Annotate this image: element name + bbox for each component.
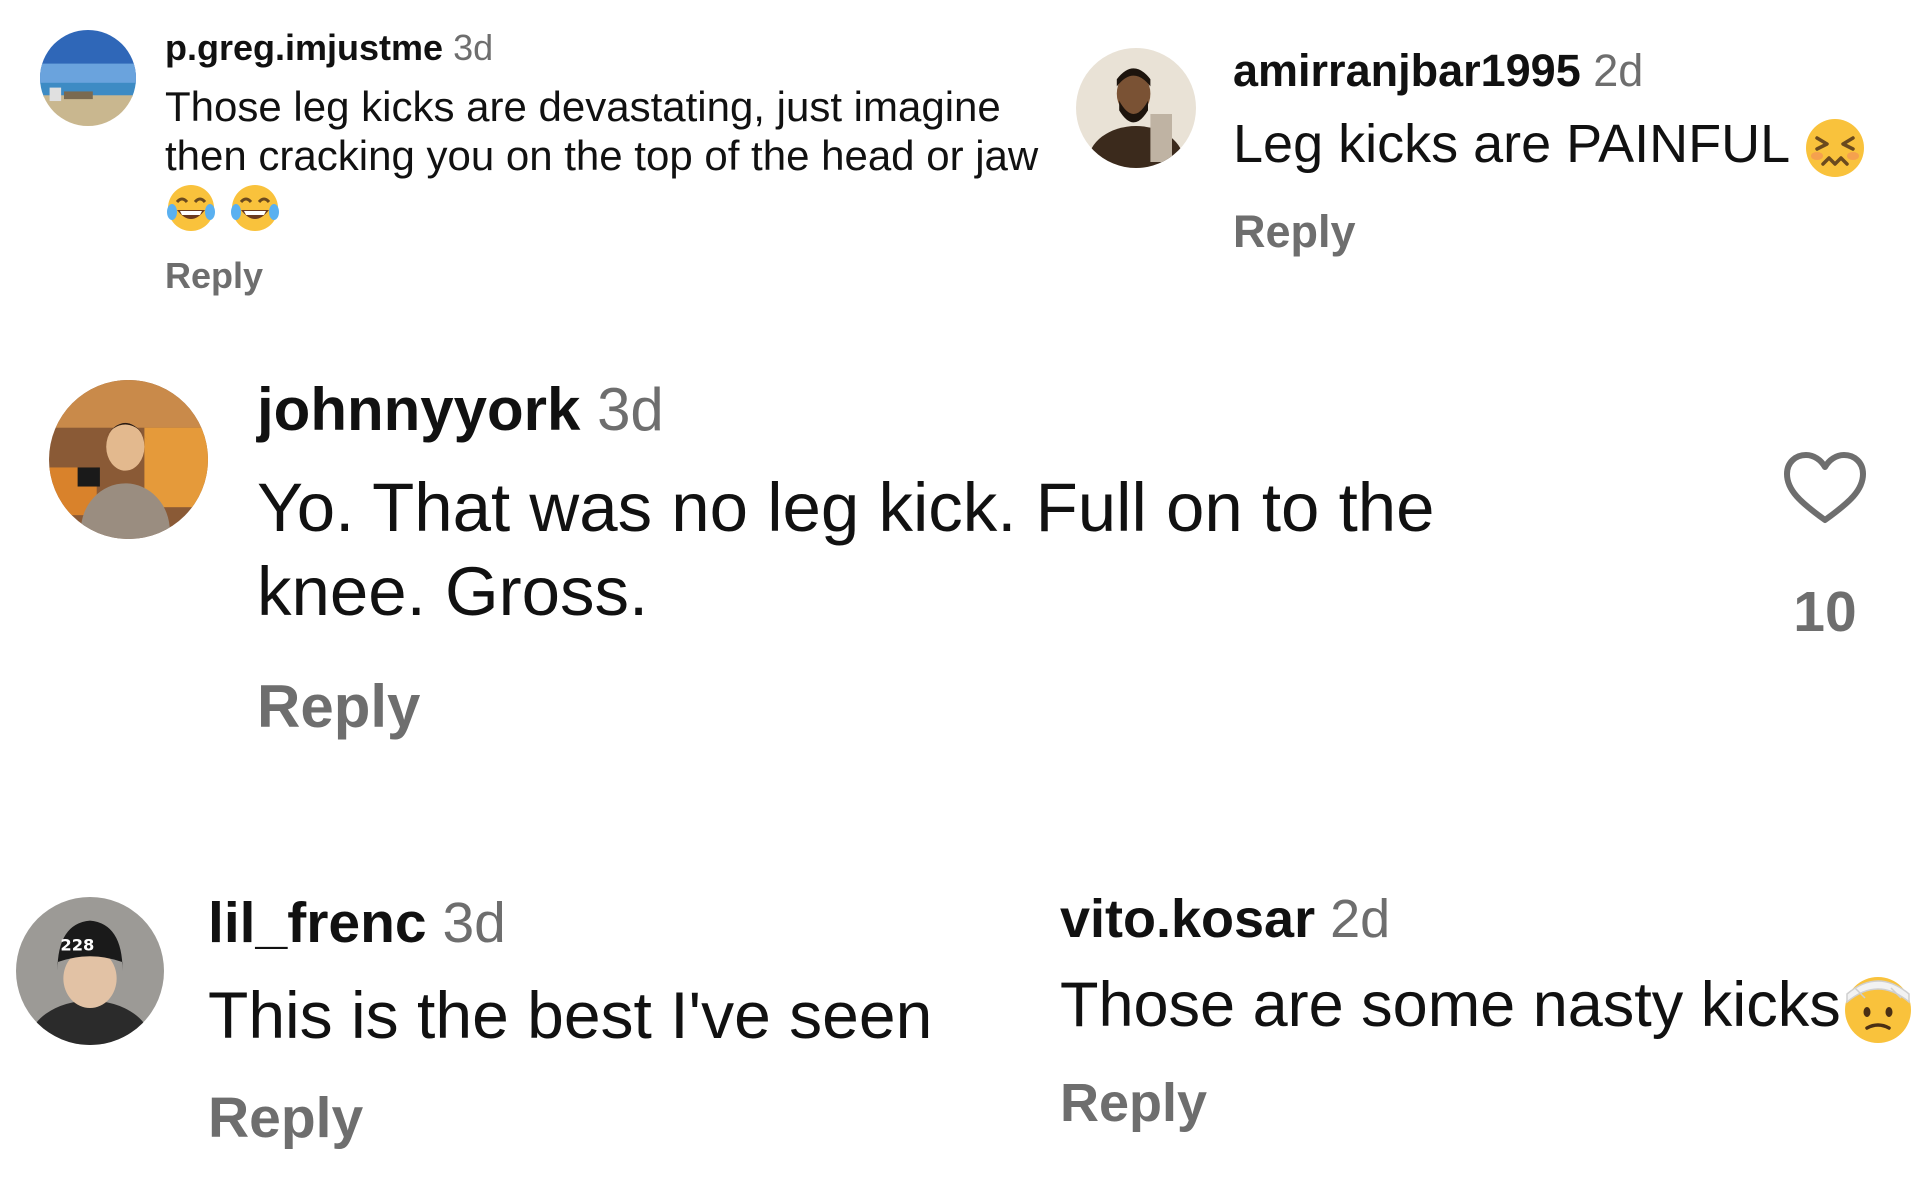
reply-button[interactable]: Reply [165, 255, 263, 297]
reply-button[interactable]: Reply [1233, 206, 1356, 258]
like-section: 10 [1780, 450, 1870, 645]
reply-button[interactable]: Reply [1060, 1072, 1207, 1134]
avatar[interactable] [1076, 48, 1196, 168]
avatar[interactable] [40, 30, 136, 126]
timestamp: 3d [453, 27, 494, 68]
svg-text:228: 228 [60, 935, 94, 954]
username-link[interactable]: lil_frenc [208, 891, 427, 955]
timestamp: 3d [597, 376, 664, 443]
comment-header: lil_frenc 3d [208, 890, 506, 956]
comment-body: Leg kicks are PAINFUL [1233, 114, 1789, 174]
comment-text: Those leg kicks are devastating, just im… [165, 82, 1045, 234]
avatar[interactable]: 228 [16, 897, 164, 1045]
timestamp: 2d [1593, 45, 1644, 96]
username-link[interactable]: johnnyyork [257, 376, 580, 443]
comment-text: This is the best I've seen [208, 978, 933, 1052]
comment-header: p.greg.imjustme 3d [165, 27, 493, 69]
comment-text: Leg kicks are PAINFUL [1233, 112, 1867, 180]
avatar[interactable] [49, 380, 208, 539]
comment-body: Those leg kicks are devastating, just im… [165, 83, 1039, 179]
comment-body: Those are some nasty kicks [1060, 970, 1841, 1040]
tears-of-joy-emoji [165, 182, 217, 234]
username-link[interactable]: p.greg.imjustme [165, 27, 443, 68]
username-link[interactable]: amirranjbar1995 [1233, 45, 1581, 96]
comment-header: amirranjbar1995 2d [1233, 45, 1643, 97]
comment-text: Those are some nasty kicks [1060, 968, 1915, 1046]
reply-button[interactable]: Reply [257, 672, 420, 741]
reply-button[interactable]: Reply [208, 1085, 363, 1151]
comment-header: vito.kosar 2d [1060, 888, 1390, 950]
comment-header: johnnyyork 3d [257, 375, 664, 444]
face-with-head-bandage-emoji [1841, 972, 1915, 1046]
heart-outline-icon[interactable] [1780, 450, 1870, 531]
timestamp: 2d [1330, 889, 1391, 949]
timestamp: 3d [442, 891, 506, 955]
comment-text: Yo. That was no leg kick. Full on to the… [257, 469, 1435, 630]
like-count: 10 [1793, 580, 1857, 644]
tears-of-joy-emoji [229, 182, 281, 234]
confounded-face-emoji [1803, 116, 1867, 180]
username-link[interactable]: vito.kosar [1060, 889, 1315, 949]
